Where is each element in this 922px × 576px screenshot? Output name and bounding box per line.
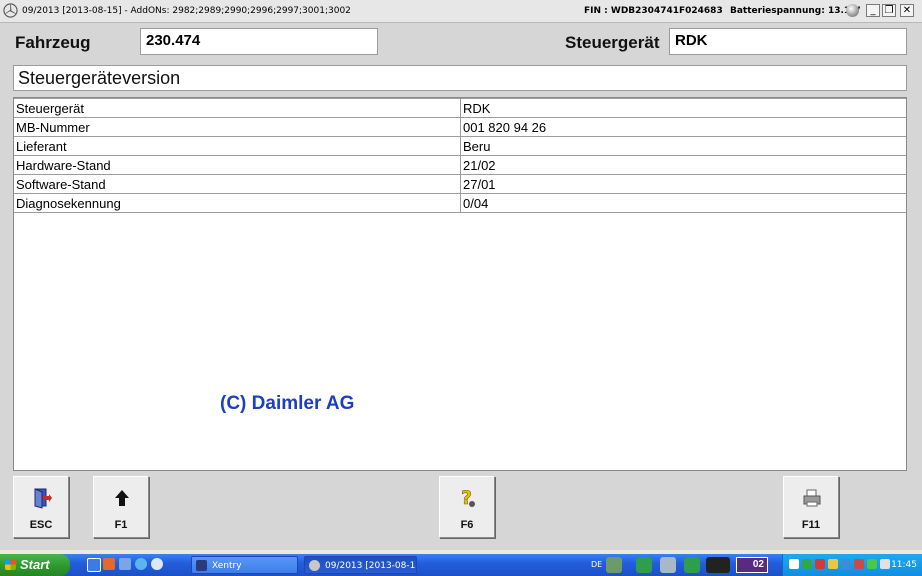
windows-flag-icon xyxy=(5,559,16,570)
minimize-button[interactable]: _ xyxy=(866,4,880,17)
main-panel: Fahrzeug 230.474 Steuergerät RDK Steuerg… xyxy=(0,23,922,550)
row-value: 21/02 xyxy=(460,155,906,175)
media-player-icon[interactable] xyxy=(151,558,163,570)
taskbar-item-label: Xentry xyxy=(212,561,242,571)
show-desktop-icon[interactable] xyxy=(87,558,101,572)
tray-app-icon[interactable] xyxy=(867,559,877,569)
network-icon[interactable] xyxy=(789,559,799,569)
info-panel: Steuergerät RDK MB-Nummer 001 820 94 26 … xyxy=(13,97,907,471)
battery-voltage-readout: Batteriespannung: 13.1 V xyxy=(730,6,861,16)
restore-button[interactable]: ❐ xyxy=(882,4,896,17)
toolbar-app-icon[interactable] xyxy=(706,557,730,573)
f1-label: F1 xyxy=(114,519,128,531)
row-key: Software-Stand xyxy=(14,174,461,194)
vehicle-field: 230.474 xyxy=(140,28,378,55)
f1-button[interactable]: F1 xyxy=(93,476,149,538)
help-question-icon: ? xyxy=(461,487,475,509)
exit-door-icon xyxy=(34,488,52,509)
close-button[interactable]: ✕ xyxy=(900,4,914,17)
start-button[interactable]: Start xyxy=(0,554,70,576)
section-title: Steuergeräteversion xyxy=(13,65,907,91)
tray-app-icon[interactable] xyxy=(815,559,825,569)
row-value: Beru xyxy=(460,136,906,156)
table-row: MB-Nummer 001 820 94 26 xyxy=(14,117,906,137)
row-key: Steuergerät xyxy=(14,98,461,118)
system-tray: 11:45 xyxy=(782,554,922,576)
tray-app-icon[interactable] xyxy=(854,559,864,569)
printer-icon xyxy=(803,489,821,507)
row-key: Diagnosekennung xyxy=(14,193,461,213)
window-title-bar: 09/2013 [2013-08-15] - AddONs: 2982;2989… xyxy=(0,0,922,23)
row-value: 27/01 xyxy=(460,174,906,194)
notification-badge[interactable]: 02 xyxy=(736,557,768,573)
row-value: 0/04 xyxy=(460,193,906,213)
fin-readout: FIN : WDB2304741F024683 xyxy=(584,6,723,16)
table-row: Software-Stand 27/01 xyxy=(14,174,906,194)
tray-app-icon[interactable] xyxy=(828,559,838,569)
browser-icon[interactable] xyxy=(135,558,147,570)
info-table: Steuergerät RDK MB-Nummer 001 820 94 26 … xyxy=(14,98,906,213)
tray-app-icon[interactable] xyxy=(841,559,851,569)
table-row: Diagnosekennung 0/04 xyxy=(14,193,906,213)
taskbar-item-diagnosis[interactable]: 09/2013 [2013-08-15... xyxy=(304,556,417,574)
window-title: 09/2013 [2013-08-15] - AddONs: 2982;2989… xyxy=(22,6,351,16)
start-label: Start xyxy=(20,557,50,572)
table-row: Lieferant Beru xyxy=(14,136,906,156)
taskbar-item-xentry[interactable]: Xentry xyxy=(191,556,298,574)
language-indicator[interactable]: DE xyxy=(591,560,602,569)
copyright-text: (C) Daimler AG xyxy=(220,393,355,414)
toolbar-app-icon[interactable] xyxy=(684,557,700,573)
mercedes-star-icon xyxy=(3,3,18,18)
row-value: 001 820 94 26 xyxy=(460,117,906,137)
pdf-app-icon[interactable] xyxy=(103,558,115,570)
clock: 11:45 xyxy=(891,560,917,570)
f6-label: F6 xyxy=(460,519,474,531)
mercedes-star-icon xyxy=(309,560,320,571)
esc-label: ESC xyxy=(29,519,53,531)
table-row: Hardware-Stand 21/02 xyxy=(14,155,906,175)
table-row: Steuergerät RDK xyxy=(14,98,906,118)
mail-app-icon[interactable] xyxy=(119,558,131,570)
ecu-label: Steuergerät xyxy=(565,33,660,52)
toolbar-app-icon[interactable] xyxy=(636,557,652,573)
row-value: RDK xyxy=(460,98,906,118)
xentry-app-icon xyxy=(196,560,207,571)
row-key: Hardware-Stand xyxy=(14,155,461,175)
arrow-up-icon xyxy=(115,490,129,506)
esc-button[interactable]: ESC xyxy=(13,476,69,538)
row-key: Lieferant xyxy=(14,136,461,156)
f6-button[interactable]: ? F6 xyxy=(439,476,495,538)
ecu-field: RDK xyxy=(669,28,907,55)
taskbar: Start Xentry 09/2013 [2013-08-15... DE 0… xyxy=(0,554,922,576)
row-key: MB-Nummer xyxy=(14,117,461,137)
vehicle-label: Fahrzeug xyxy=(15,33,91,52)
tray-app-icon[interactable] xyxy=(880,559,890,569)
f11-label: F11 xyxy=(801,519,821,531)
taskbar-item-label: 09/2013 [2013-08-15... xyxy=(325,561,416,571)
battery-status-icon xyxy=(846,4,859,17)
toolbar-app-icon[interactable] xyxy=(660,557,676,573)
f11-button[interactable]: F11 xyxy=(783,476,839,538)
toolbar-app-icon[interactable] xyxy=(606,557,622,573)
tray-app-icon[interactable] xyxy=(802,559,812,569)
